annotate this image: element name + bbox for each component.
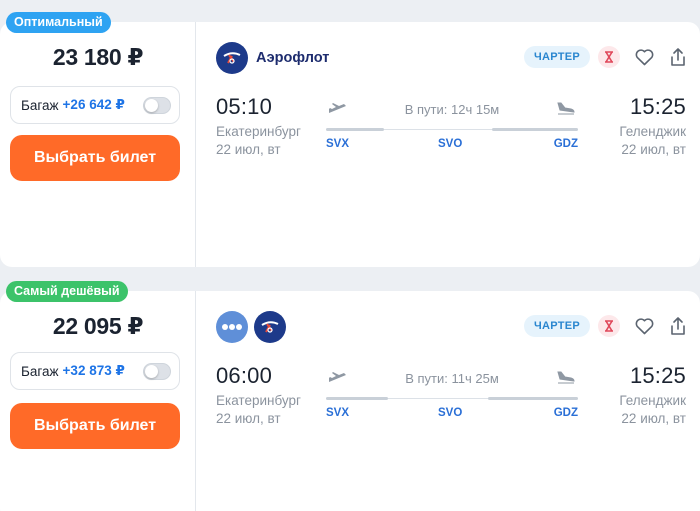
heart-icon[interactable] <box>634 316 654 336</box>
departure-city: Екатеринбург <box>216 393 301 408</box>
arrival-date: 22 июл, вт <box>621 411 686 426</box>
hourglass-icon[interactable] <box>598 46 620 68</box>
arrival-time: 15:25 <box>629 363 686 388</box>
price-panel: 22 095 ₽ Багаж +32 873 ₽ Выбрать билет <box>0 291 196 511</box>
flight-duration: В пути: 11ч 25м <box>405 371 499 386</box>
charter-badge: ЧАРТЕР <box>523 315 590 337</box>
destination-code: GDZ <box>553 407 578 419</box>
price-panel: 23 180 ₽ Багаж +26 642 ₽ Выбрать билет <box>0 22 196 267</box>
airline-name: Аэрофлот <box>256 50 330 66</box>
baggage-toggle[interactable] <box>143 362 171 380</box>
baggage-price: +32 873 ₽ <box>62 363 125 378</box>
departure-time: 06:00 <box>216 363 273 388</box>
card-tools: ЧАРТЕР <box>523 315 688 337</box>
ticket-price: 23 180 ₽ <box>52 44 144 70</box>
charter-badge: ЧАРТЕР <box>523 46 590 68</box>
cheapest-badge: Самый дешёвый <box>6 281 128 302</box>
share-icon[interactable] <box>668 316 688 336</box>
route-line: В пути: 12ч 15м SVX SVO GDZ <box>326 102 578 150</box>
ticket-card-cheapest[interactable]: Самый дешёвый 22 095 ₽ Багаж +32 873 ₽ В… <box>0 281 700 511</box>
card-tools: ЧАРТЕР <box>523 46 688 68</box>
heart-icon[interactable] <box>634 47 654 67</box>
arrival-city: Геленджик <box>619 124 686 139</box>
landing-icon <box>557 102 575 115</box>
departure-date: 22 июл, вт <box>216 411 281 426</box>
arrival-time: 15:25 <box>629 94 686 119</box>
ticket-card-optimal[interactable]: Оптимальный 23 180 ₽ Багаж +26 642 ₽ Выб… <box>0 12 700 267</box>
destination-code: GDZ <box>553 138 578 150</box>
aeroflot-logo-icon <box>254 311 286 343</box>
optimal-badge: Оптимальный <box>6 12 111 33</box>
baggage-price: +26 642 ₽ <box>62 97 125 112</box>
baggage-option[interactable]: Багаж +32 873 ₽ <box>10 352 180 390</box>
departure-time: 05:10 <box>216 94 273 119</box>
flight-duration: В пути: 12ч 15м <box>404 102 500 117</box>
origin-code: SVX <box>326 407 350 419</box>
arrival-date: 22 июл, вт <box>621 142 686 157</box>
landing-icon <box>557 371 575 384</box>
airline-info <box>216 311 286 343</box>
baggage-option[interactable]: Багаж +26 642 ₽ <box>10 86 180 124</box>
select-ticket-button[interactable]: Выбрать билет <box>10 135 180 181</box>
route-line: В пути: 11ч 25м SVX SVO GDZ <box>326 371 578 419</box>
baggage-toggle[interactable] <box>143 96 171 114</box>
arrival-city: Геленджик <box>619 393 686 408</box>
aeroflot-logo-icon <box>216 42 248 74</box>
transfer-code: SVO <box>438 407 463 419</box>
flight-details: ЧАРТЕР 06:00 Екатеринбург 22 июл, вт В п… <box>196 291 700 511</box>
flight-details: Аэрофлот ЧАРТЕР 05:10 Екатеринбург 22 ию… <box>196 22 700 267</box>
departure-city: Екатеринбург <box>216 124 301 139</box>
baggage-label: Багаж <box>21 97 59 113</box>
transfer-code: SVO <box>438 138 463 150</box>
origin-code: SVX <box>326 138 350 150</box>
ticket-price: 22 095 ₽ <box>52 313 144 339</box>
baggage-label: Багаж <box>21 363 59 379</box>
airline-info: Аэрофлот <box>216 42 329 74</box>
share-icon[interactable] <box>668 47 688 67</box>
hourglass-icon[interactable] <box>598 315 620 337</box>
select-ticket-button[interactable]: Выбрать билет <box>10 403 180 449</box>
multi-airline-icon <box>216 311 248 343</box>
departure-date: 22 июл, вт <box>216 142 281 157</box>
